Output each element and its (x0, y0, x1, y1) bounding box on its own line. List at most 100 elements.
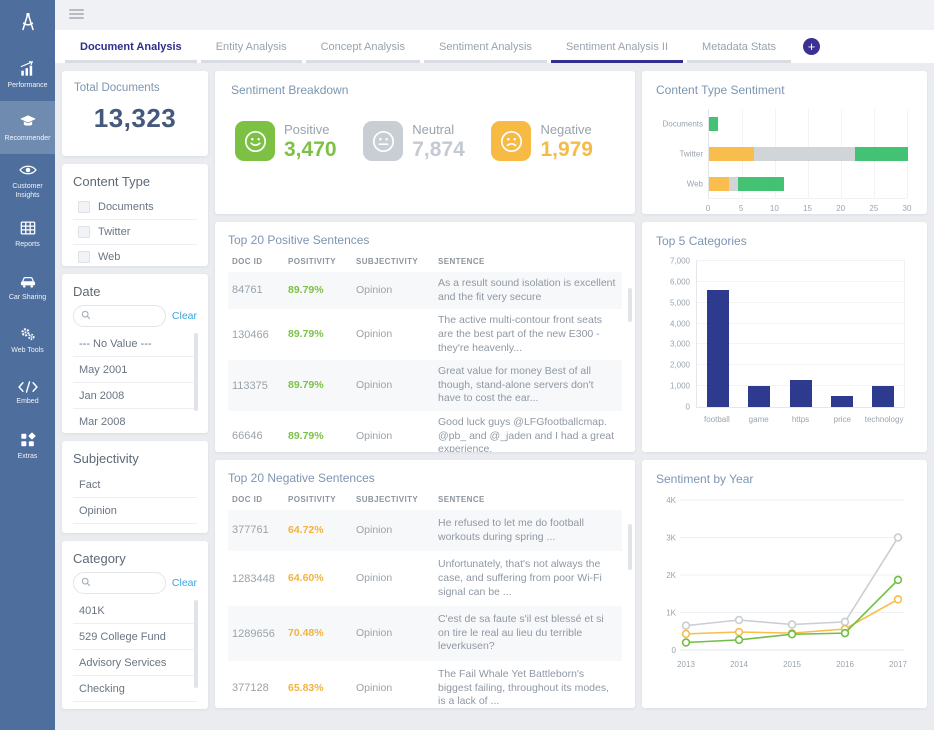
y-tick-label: 1K (666, 609, 676, 618)
date-option[interactable]: Mar 2008 (73, 409, 197, 433)
neutral-point[interactable] (895, 534, 902, 541)
table-row[interactable]: 37776164.72%OpinionHe refused to let me … (228, 510, 622, 551)
checkbox-icon[interactable] (78, 226, 90, 238)
tab-concept-analysis[interactable]: Concept Analysis (304, 30, 422, 63)
x-axis: 051015202530 (708, 202, 907, 214)
category-clear-link[interactable]: Clear (172, 577, 197, 589)
checkbox-label: Web (98, 251, 120, 263)
cell-doc: 1289656 (228, 606, 284, 661)
positive-point[interactable] (842, 630, 849, 637)
date-search-input[interactable] (95, 311, 158, 322)
checkbox-twitter[interactable]: Twitter (73, 220, 197, 245)
positive-point[interactable] (736, 636, 743, 643)
category-search-input[interactable] (95, 578, 158, 589)
bar-row: Documents (709, 109, 907, 139)
total-documents-value: 13,323 (74, 103, 196, 134)
table-row[interactable]: 128344864.60%OpinionUnfortunately, that'… (228, 551, 622, 606)
tab-document-analysis[interactable]: Document Analysis (63, 30, 199, 63)
bar-row: Twitter (709, 139, 907, 169)
sidebar-item-customer-insights[interactable]: Customer Insights (0, 154, 55, 207)
stacked-bar[interactable] (709, 147, 908, 161)
tab-sentiment-analysis-ii[interactable]: Sentiment Analysis II (549, 30, 685, 63)
category-option[interactable]: Checking (73, 676, 197, 702)
positive-segment (738, 177, 784, 191)
sidebar-item-car-sharing[interactable]: Car Sharing (0, 260, 55, 313)
table-scrollbar[interactable] (628, 288, 632, 322)
subjectivity-option[interactable]: Fact (73, 472, 197, 498)
bar-football[interactable] (707, 290, 729, 407)
checkbox-icon[interactable] (78, 201, 90, 213)
sidebar-item-reports[interactable]: Reports (0, 207, 55, 260)
sentiment-value: 1,979 (540, 138, 593, 162)
app-logo[interactable] (0, 0, 55, 48)
category-option[interactable]: 529 College Fund (73, 624, 197, 650)
x-tick-label: 5 (739, 204, 743, 213)
table-row[interactable]: 8476189.79%OpinionAs a result sound isol… (228, 272, 622, 309)
positive-segment (709, 117, 718, 131)
sidebar-item-embed[interactable]: Embed (0, 366, 55, 419)
table-row[interactable]: 6664689.79%OpinionGood luck guys @LFGfoo… (228, 411, 622, 452)
negative-sentiment-stat: Negative 1,979 (491, 121, 593, 162)
add-tab-button[interactable]: + (803, 38, 820, 55)
neutral-point[interactable] (683, 622, 690, 629)
plot-area: 01,0002,0003,0004,0005,0006,0007,000 (696, 260, 905, 408)
date-option[interactable]: Jan 2008 (73, 383, 197, 409)
neutral-point[interactable] (736, 617, 743, 624)
positive-point[interactable] (683, 639, 690, 646)
table-row[interactable]: 37712865.83%OpinionThe Fail Whale Yet Ba… (228, 661, 622, 708)
top-categories-chart: 01,0002,0003,0004,0005,0006,0007,000foot… (656, 260, 913, 426)
tab-entity-analysis[interactable]: Entity Analysis (199, 30, 304, 63)
sidebar-item-performance[interactable]: Performance (0, 48, 55, 101)
category-option[interactable]: 401K (73, 598, 197, 624)
category-search-box[interactable] (73, 572, 166, 594)
negative-segment (709, 147, 754, 161)
sidebar-item-web-tools[interactable]: Web Tools (0, 313, 55, 366)
neutral-point[interactable] (789, 621, 796, 628)
bar-game[interactable] (748, 386, 770, 407)
bar-price[interactable] (831, 396, 853, 407)
cell-doc: 377128 (228, 661, 284, 708)
negative-point[interactable] (895, 596, 902, 603)
content-type-title: Content Type (73, 174, 197, 189)
category-option-list: 401K 529 College Fund Advisory Services … (73, 598, 197, 702)
tab-sentiment-analysis[interactable]: Sentiment Analysis (422, 30, 549, 63)
category-list-scrollbar[interactable] (194, 600, 198, 688)
date-clear-link[interactable]: Clear (172, 310, 197, 322)
hamburger-menu-icon[interactable] (69, 9, 84, 19)
table-row[interactable]: 11337589.79%OpinionGreat value for money… (228, 360, 622, 411)
checkbox-documents[interactable]: Documents (73, 195, 197, 220)
checkbox-web[interactable]: Web (73, 245, 197, 266)
table-row[interactable]: 13046689.79%OpinionThe active multi-cont… (228, 309, 622, 360)
x-tick-label: price (834, 415, 851, 424)
neutral-point[interactable] (842, 618, 849, 625)
bar-https[interactable] (790, 380, 812, 407)
filters-column: Total Documents 13,323 Content Type Docu… (62, 71, 208, 722)
negative-point[interactable] (736, 629, 743, 636)
sidebar-item-label: Recommender (5, 135, 51, 144)
tab-metadata-stats[interactable]: Metadata Stats (685, 30, 793, 63)
category-option[interactable]: Advisory Services (73, 650, 197, 676)
stacked-bar[interactable] (709, 117, 718, 131)
x-tick-label: technology (865, 415, 904, 424)
y-tick-label: 5,000 (670, 298, 690, 307)
negative-point[interactable] (683, 630, 690, 637)
sidebar-item-recommender[interactable]: Recommender (0, 101, 55, 154)
column-header: SUBJECTIVITY (352, 254, 434, 272)
subjectivity-option[interactable]: Opinion (73, 498, 197, 524)
sidebar-item-extras[interactable]: Extras (0, 419, 55, 472)
positive-sentences-table: DOC ID POSITIVITY SUBJECTIVITY SENTENCE … (228, 254, 622, 452)
table-scrollbar[interactable] (628, 524, 632, 570)
table-row[interactable]: 128965670.48%OpinionC'est de sa faute s'… (228, 606, 622, 661)
bar-technology[interactable] (872, 386, 894, 407)
cell-doc: 1283448 (228, 551, 284, 606)
stacked-bar[interactable] (709, 177, 784, 191)
date-list-scrollbar[interactable] (194, 333, 198, 411)
date-option[interactable]: --- No Value --- (73, 331, 197, 357)
positive-point[interactable] (895, 576, 902, 583)
date-option[interactable]: May 2001 (73, 357, 197, 383)
positive-point[interactable] (789, 631, 796, 638)
eye-icon (18, 160, 38, 180)
date-search-box[interactable] (73, 305, 166, 327)
cell-pct: 64.60% (284, 551, 352, 606)
checkbox-icon[interactable] (78, 251, 90, 263)
